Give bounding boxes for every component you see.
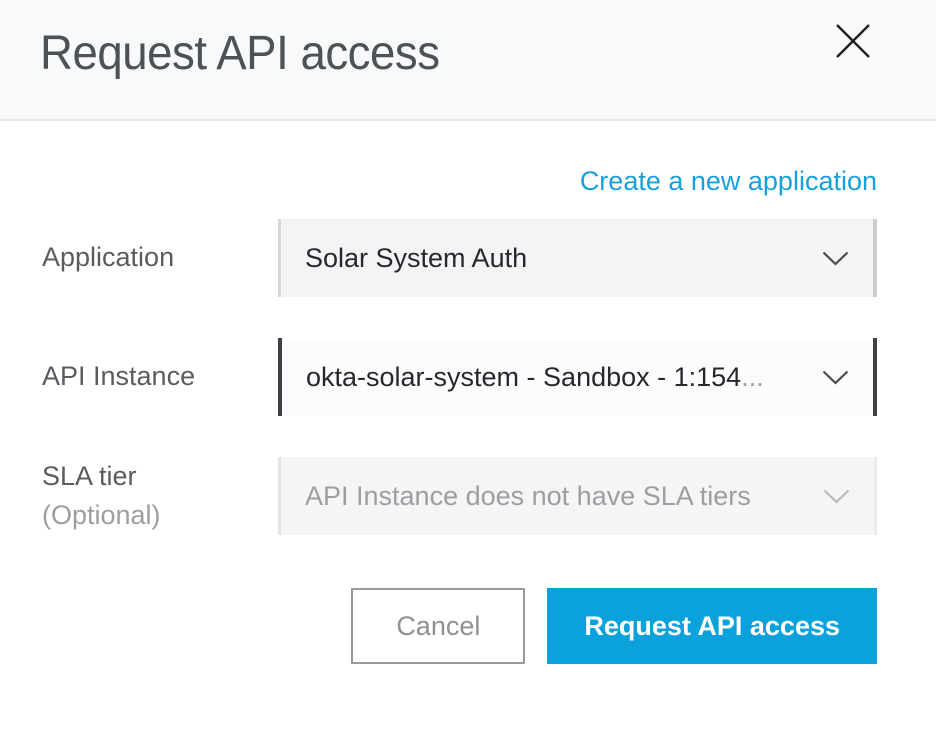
chevron-down-icon <box>823 489 850 504</box>
request-api-access-button[interactable]: Request API access <box>547 588 877 664</box>
cancel-button[interactable]: Cancel <box>351 588 525 664</box>
api-instance-label: API Instance <box>42 357 278 396</box>
create-new-application-link[interactable]: Create a new application <box>580 166 877 196</box>
dialog-body: Create a new application Application Sol… <box>0 121 936 734</box>
api-instance-select[interactable]: okta-solar-system - Sandbox - 1:154... <box>278 338 877 416</box>
close-button[interactable] <box>832 20 874 62</box>
link-row: Create a new application <box>42 121 877 219</box>
chevron-down-icon <box>822 251 849 266</box>
application-row: Application Solar System Auth <box>42 219 877 297</box>
application-select[interactable]: Solar System Auth <box>278 219 877 297</box>
sla-tier-select: API Instance does not have SLA tiers <box>278 457 877 535</box>
sla-tier-label: SLA tier (Optional) <box>42 457 278 535</box>
dialog-header: Request API access <box>0 0 936 121</box>
application-label: Application <box>42 238 278 277</box>
sla-tier-optional-text: (Optional) <box>42 496 278 535</box>
api-instance-select-value: okta-solar-system - Sandbox - 1:154... <box>306 362 806 393</box>
request-api-access-dialog: Request API access Create a new applicat… <box>0 0 936 734</box>
api-instance-row: API Instance okta-solar-system - Sandbox… <box>42 338 877 416</box>
dialog-title: Request API access <box>40 26 440 81</box>
truncation-ellipsis: ... <box>741 362 764 392</box>
chevron-down-icon <box>822 370 849 385</box>
close-icon <box>833 21 873 61</box>
sla-tier-row: SLA tier (Optional) API Instance does no… <box>42 457 877 535</box>
sla-tier-select-value: API Instance does not have SLA tiers <box>305 481 807 512</box>
sla-tier-label-text: SLA tier <box>42 457 278 496</box>
dialog-actions: Cancel Request API access <box>42 588 877 664</box>
application-select-value: Solar System Auth <box>305 243 806 274</box>
